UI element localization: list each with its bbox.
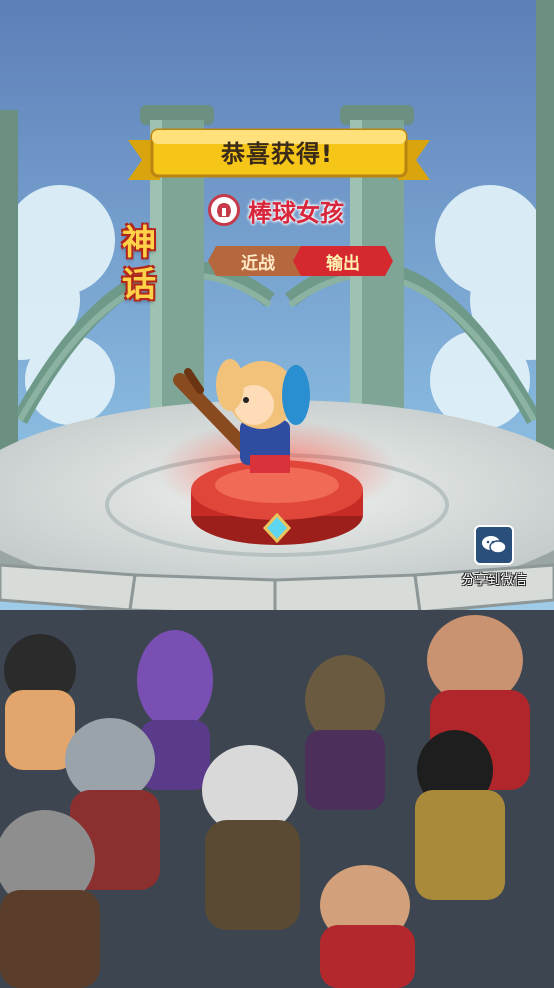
- reward-title: 恭喜获得!: [221, 140, 333, 168]
- share-label: 分享到微信: [461, 573, 527, 588]
- hero-name-row: 棒球女孩: [208, 193, 344, 227]
- share-wechat-button[interactable]: 分享到微信: [452, 525, 536, 588]
- tag-damage: 输出: [293, 246, 393, 276]
- rarity-line-1: 神: [122, 223, 156, 263]
- rarity-line-2: 话: [122, 265, 156, 305]
- hero-name: 棒球女孩: [248, 198, 344, 227]
- reward-scene: 恭喜获得! 棒球女孩 近战 输出 神 话 分享到微信: [0, 0, 554, 988]
- wechat-icon: [474, 525, 514, 565]
- rarity-label: 神 话: [104, 222, 174, 306]
- wechat-glyph: [482, 536, 507, 554]
- helmet-glyph: [217, 203, 231, 217]
- helmet-icon: [208, 194, 240, 226]
